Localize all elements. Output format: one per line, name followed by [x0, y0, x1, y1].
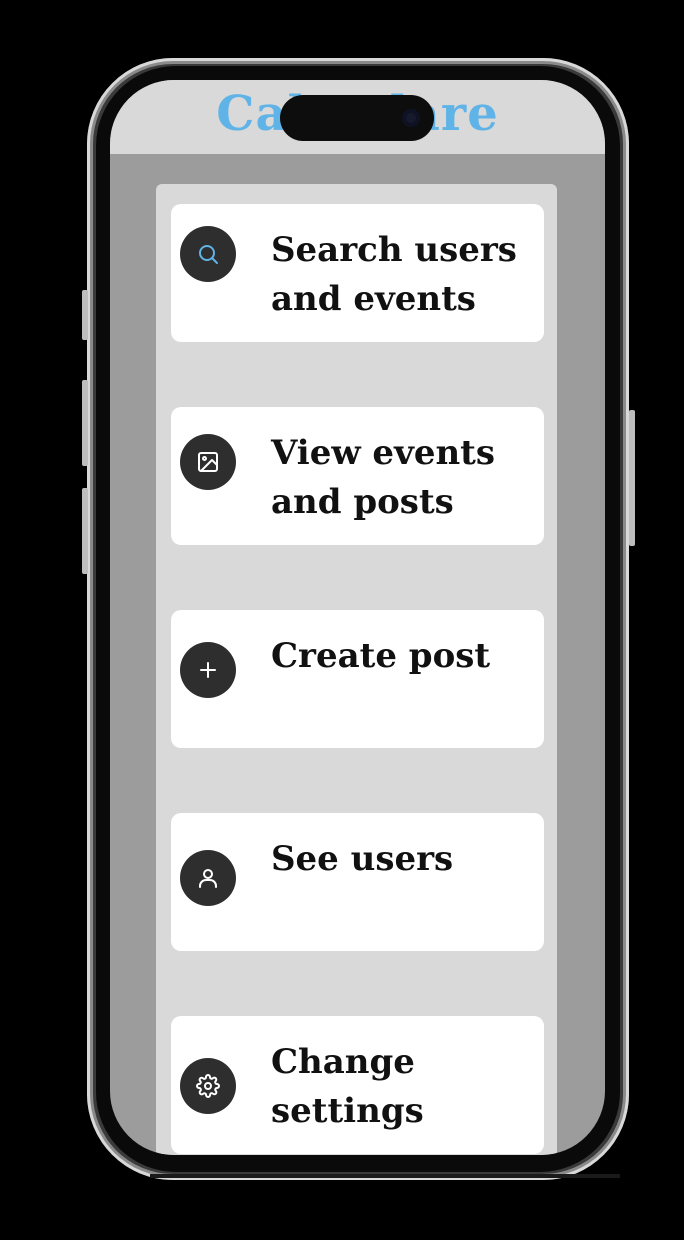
menu-item-label: View events and posts [271, 433, 496, 522]
dynamic-island [280, 95, 434, 141]
volume-up-button [82, 380, 88, 466]
action-button [82, 290, 88, 340]
gear-icon [180, 1058, 236, 1114]
bottom-edge [150, 1174, 620, 1178]
image-icon [180, 434, 236, 490]
menu-panel: Search users and events View events and … [156, 184, 557, 1155]
phone-screen: Calendare Search users and events View e… [110, 80, 605, 1155]
menu-item-settings[interactable]: Change settings [171, 1016, 544, 1154]
volume-down-button [82, 488, 88, 574]
menu-item-label: Change settings [271, 1042, 424, 1131]
camera-icon [402, 109, 420, 127]
plus-icon [180, 642, 236, 698]
menu-item-label: Search users and events [271, 230, 517, 319]
menu-item-label: Create post [271, 636, 491, 676]
menu-item-create-post[interactable]: Create post [171, 610, 544, 748]
user-icon [180, 850, 236, 906]
power-button [629, 410, 635, 546]
search-icon [180, 226, 236, 282]
menu-item-view-events[interactable]: View events and posts [171, 407, 544, 545]
menu-item-label: See users [271, 839, 454, 879]
menu-item-search[interactable]: Search users and events [171, 204, 544, 342]
menu-item-see-users[interactable]: See users [171, 813, 544, 951]
